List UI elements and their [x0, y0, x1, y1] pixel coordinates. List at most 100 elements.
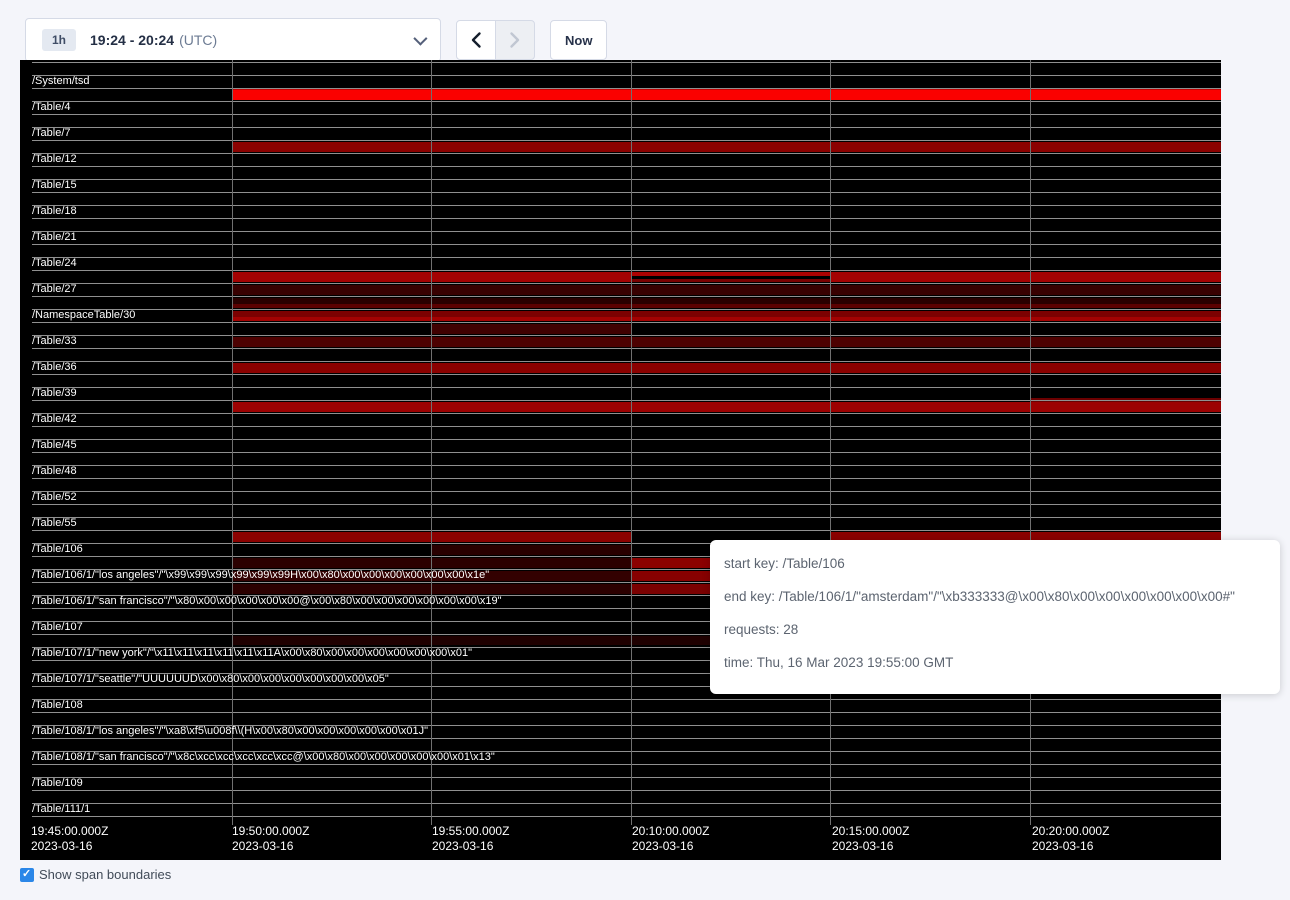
span-boundary-line: [32, 101, 1221, 102]
span-boundary-line: [32, 322, 1221, 323]
heat-band[interactable]: [631, 272, 830, 276]
row-label: /Table/108: [32, 699, 83, 712]
row-label: /Table/106: [32, 543, 83, 556]
x-axis-tick: 19:55:00.000Z2023-03-16: [432, 824, 509, 854]
heat-band[interactable]: [431, 324, 631, 334]
row-label: /Table/111/1: [32, 803, 90, 816]
span-boundary-line: [32, 426, 1221, 427]
key-visualizer-canvas[interactable]: /System/tsd/Table/4/Table/7/Table/12/Tab…: [20, 60, 1221, 860]
prev-interval-button[interactable]: [456, 20, 496, 60]
time-gridline: [631, 60, 632, 825]
row-label: /Table/21: [32, 231, 77, 244]
heat-band[interactable]: [232, 337, 1221, 347]
span-boundary-line: [32, 127, 1221, 128]
span-boundary-line: [32, 270, 1221, 271]
x-axis-tick: 20:10:00.000Z2023-03-16: [632, 824, 709, 854]
span-boundary-line: [32, 361, 1221, 362]
chevron-left-icon: [470, 31, 482, 49]
tick-time: 19:55:00.000Z: [432, 824, 509, 839]
chevron-down-icon: [413, 32, 427, 46]
x-axis-tick: 20:20:00.000Z2023-03-16: [1032, 824, 1109, 854]
tick-time: 20:20:00.000Z: [1032, 824, 1109, 839]
x-axis-tick: 19:45:00.000Z2023-03-16: [31, 824, 108, 854]
span-boundary-line: [32, 218, 1221, 219]
span-boundary-line: [32, 296, 1221, 297]
span-boundary-line: [32, 205, 1221, 206]
span-boundary-line: [32, 699, 1221, 700]
heat-band[interactable]: [232, 142, 1221, 152]
row-label: /Table/15: [32, 179, 77, 192]
row-label: /Table/108/1/"los angeles"/"\xa8\xf5\u00…: [32, 725, 428, 738]
time-gridline: [830, 60, 831, 825]
time-range-text: 19:24 - 20:24: [90, 32, 174, 48]
span-boundary-line: [32, 816, 1221, 817]
span-boundary-line: [32, 231, 1221, 232]
row-label: /NamespaceTable/30: [32, 309, 135, 322]
footer: Show span boundaries: [20, 867, 171, 882]
span-boundary-line: [32, 517, 1221, 518]
span-boundary-line: [32, 179, 1221, 180]
tick-date: 2023-03-16: [432, 839, 509, 854]
tick-date: 2023-03-16: [632, 839, 709, 854]
x-axis-tick: 20:15:00.000Z2023-03-16: [832, 824, 909, 854]
tick-date: 2023-03-16: [232, 839, 309, 854]
span-boundary-line: [32, 465, 1221, 466]
heat-band[interactable]: [232, 90, 1221, 100]
row-label: /Table/45: [32, 439, 77, 452]
time-range-selector[interactable]: 1h 19:24 - 20:24 (UTC): [25, 18, 441, 62]
heat-band[interactable]: [232, 304, 1221, 308]
heat-band[interactable]: [631, 279, 830, 282]
tooltip-line: start key: /Table/106: [724, 554, 1266, 574]
span-boundary-line: [32, 491, 1221, 492]
tick-time: 19:45:00.000Z: [31, 824, 108, 839]
row-label: /Table/107/1/"new york"/"\x11\x11\x11\x1…: [32, 647, 472, 660]
heat-band[interactable]: [232, 317, 1221, 321]
span-boundary-line: [32, 335, 1221, 336]
row-label: /Table/7: [32, 127, 71, 140]
row-label: /Table/42: [32, 413, 77, 426]
span-boundary-line: [32, 75, 1221, 76]
span-boundary-line: [32, 764, 1221, 765]
heat-band[interactable]: [232, 363, 1221, 373]
span-boundary-line: [32, 413, 1221, 414]
x-axis-tick: 19:50:00.000Z2023-03-16: [232, 824, 309, 854]
span-boundary-line: [32, 504, 1221, 505]
span-boundary-line: [32, 257, 1221, 258]
row-label: /Table/106/1/"los angeles"/"\x99\x99\x99…: [32, 569, 489, 582]
time-gridline: [232, 60, 233, 825]
span-boundary-line: [32, 712, 1221, 713]
span-boundary-line: [32, 88, 1221, 89]
duration-badge: 1h: [42, 29, 76, 51]
now-button[interactable]: Now: [550, 20, 607, 60]
timezone-label: (UTC): [179, 32, 217, 48]
row-label: /Table/4: [32, 101, 71, 114]
tick-date: 2023-03-16: [832, 839, 909, 854]
heat-band[interactable]: [830, 272, 1221, 282]
span-boundary-line: [32, 153, 1221, 154]
span-boundary-line: [32, 192, 1221, 193]
next-interval-button[interactable]: [495, 20, 535, 60]
span-boundary-line: [32, 244, 1221, 245]
span-boundary-line: [32, 738, 1221, 739]
heat-band[interactable]: [232, 402, 1221, 412]
bucket-tooltip: start key: /Table/106end key: /Table/106…: [710, 540, 1280, 694]
span-boundaries-checkbox[interactable]: [20, 868, 34, 882]
row-label: /Table/55: [32, 517, 77, 530]
row-label: /Table/109: [32, 777, 83, 790]
heat-band[interactable]: [232, 285, 1221, 295]
row-label: /Table/24: [32, 257, 77, 270]
time-gridline: [1030, 60, 1031, 825]
row-label: /Table/48: [32, 465, 77, 478]
row-label: /Table/106/1/"san francisco"/"\x80\x00\x…: [32, 595, 502, 608]
tick-date: 2023-03-16: [1032, 839, 1109, 854]
heat-band[interactable]: [431, 545, 631, 555]
time-nav-group: [456, 20, 535, 60]
span-boundary-line: [32, 387, 1221, 388]
row-label: /Table/39: [32, 387, 77, 400]
time-gridline: [431, 60, 432, 825]
span-boundary-line: [32, 790, 1221, 791]
row-label: /System/tsd: [32, 75, 89, 88]
row-label: /Table/33: [32, 335, 77, 348]
row-label: /Table/12: [32, 153, 77, 166]
tick-date: 2023-03-16: [31, 839, 108, 854]
